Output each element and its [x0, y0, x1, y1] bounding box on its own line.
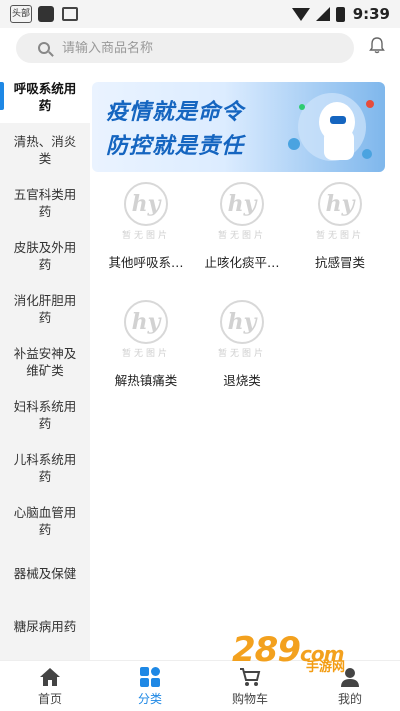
watermark-main: 289: [232, 630, 301, 670]
nav-label: 分类: [137, 692, 162, 706]
header: [0, 28, 400, 70]
sidebar-item-antipyretic[interactable]: 清热、消炎类: [0, 123, 90, 176]
search-bar[interactable]: [16, 33, 354, 63]
placeholder-caption: 暂无图片: [121, 230, 170, 241]
image-notification-icon: [62, 7, 78, 21]
placeholder-caption: 暂无图片: [121, 348, 170, 359]
category-sidebar: 呼吸系统用药 清热、消炎类 五官科类用药 皮肤及外用药 消化肝胆用药 补益安神及…: [0, 70, 90, 660]
category-card-fever[interactable]: hy 暂无图片 退烧类: [196, 296, 288, 389]
sidebar-item-gynecology[interactable]: 妇科系统用药: [0, 388, 90, 441]
placeholder-caption: 暂无图片: [315, 230, 364, 241]
wifi-icon: [291, 7, 310, 21]
sidebar-item-respiratory[interactable]: 呼吸系统用药: [0, 70, 90, 123]
promo-banner[interactable]: 疫情就是命令 防控就是责任: [92, 82, 385, 172]
placeholder-image: hy 暂无图片: [100, 296, 192, 362]
sidebar-item-cardiovascular[interactable]: 心脑血管用药: [0, 494, 90, 547]
nav-label: 首页: [37, 692, 62, 706]
category-card-cough[interactable]: hy 暂无图片 止咳化痰平…: [196, 178, 288, 271]
placeholder-caption: 暂无图片: [217, 348, 266, 359]
sidebar-item-devices[interactable]: 器械及保健: [0, 547, 90, 600]
placeholder-logo: hy: [220, 181, 264, 226]
category-card-cold[interactable]: hy 暂无图片 抗感冒类: [294, 178, 386, 271]
bell-icon[interactable]: [369, 37, 385, 54]
home-icon: [40, 668, 60, 686]
banner-headline-2: 防控就是责任: [106, 134, 245, 159]
category-label: 解热镇痛类: [114, 373, 178, 388]
placeholder-image: hy 暂无图片: [100, 178, 192, 244]
placeholder-caption: 暂无图片: [217, 230, 266, 241]
category-label: 抗感冒类: [314, 255, 365, 270]
sidebar-item-digestive[interactable]: 消化肝胆用药: [0, 282, 90, 335]
battery-icon: [335, 6, 345, 22]
nav-label: 购物车: [231, 692, 268, 706]
watermark-sub: 手游网: [306, 660, 346, 675]
category-label: 止咳化痰平…: [204, 255, 280, 270]
placeholder-logo: hy: [220, 299, 264, 344]
category-icon: [140, 667, 160, 687]
nav-home[interactable]: 首页: [0, 661, 100, 711]
status-bar: 头部 9:39: [0, 0, 400, 28]
category-label: 其他呼吸系…: [108, 255, 184, 270]
sidebar-item-dermatology[interactable]: 皮肤及外用药: [0, 229, 90, 282]
placeholder-logo: hy: [124, 299, 168, 344]
notification-square-icon: [38, 6, 54, 22]
sidebar-item-pediatrics[interactable]: 儿科系统用药: [0, 441, 90, 494]
status-time: 9:39: [352, 5, 390, 23]
sidebar-item-diabetes[interactable]: 糖尿病用药: [0, 600, 90, 653]
sidebar-item-supplements[interactable]: 补益安神及维矿类: [0, 335, 90, 388]
category-card-other-respiratory[interactable]: hy 暂无图片 其他呼吸系…: [100, 178, 192, 271]
search-input[interactable]: [62, 40, 322, 56]
app-notification-icon: 头部: [10, 5, 32, 23]
site-watermark: 289com 手游网: [232, 630, 382, 676]
placeholder-logo: hy: [318, 181, 362, 226]
search-icon: [38, 42, 50, 54]
nav-category[interactable]: 分类: [100, 661, 200, 711]
sidebar-item-ent[interactable]: 五官科类用药: [0, 176, 90, 229]
placeholder-image: hy 暂无图片: [196, 296, 288, 362]
banner-headline-1: 疫情就是命令: [106, 100, 245, 125]
placeholder-image: hy 暂无图片: [294, 178, 386, 244]
signal-icon: [315, 7, 330, 21]
category-card-analgesic[interactable]: hy 暂无图片 解热镇痛类: [100, 296, 192, 389]
category-label: 退烧类: [223, 373, 261, 388]
placeholder-logo: hy: [124, 181, 168, 226]
placeholder-image: hy 暂无图片: [196, 178, 288, 244]
nav-label: 我的: [337, 692, 362, 706]
